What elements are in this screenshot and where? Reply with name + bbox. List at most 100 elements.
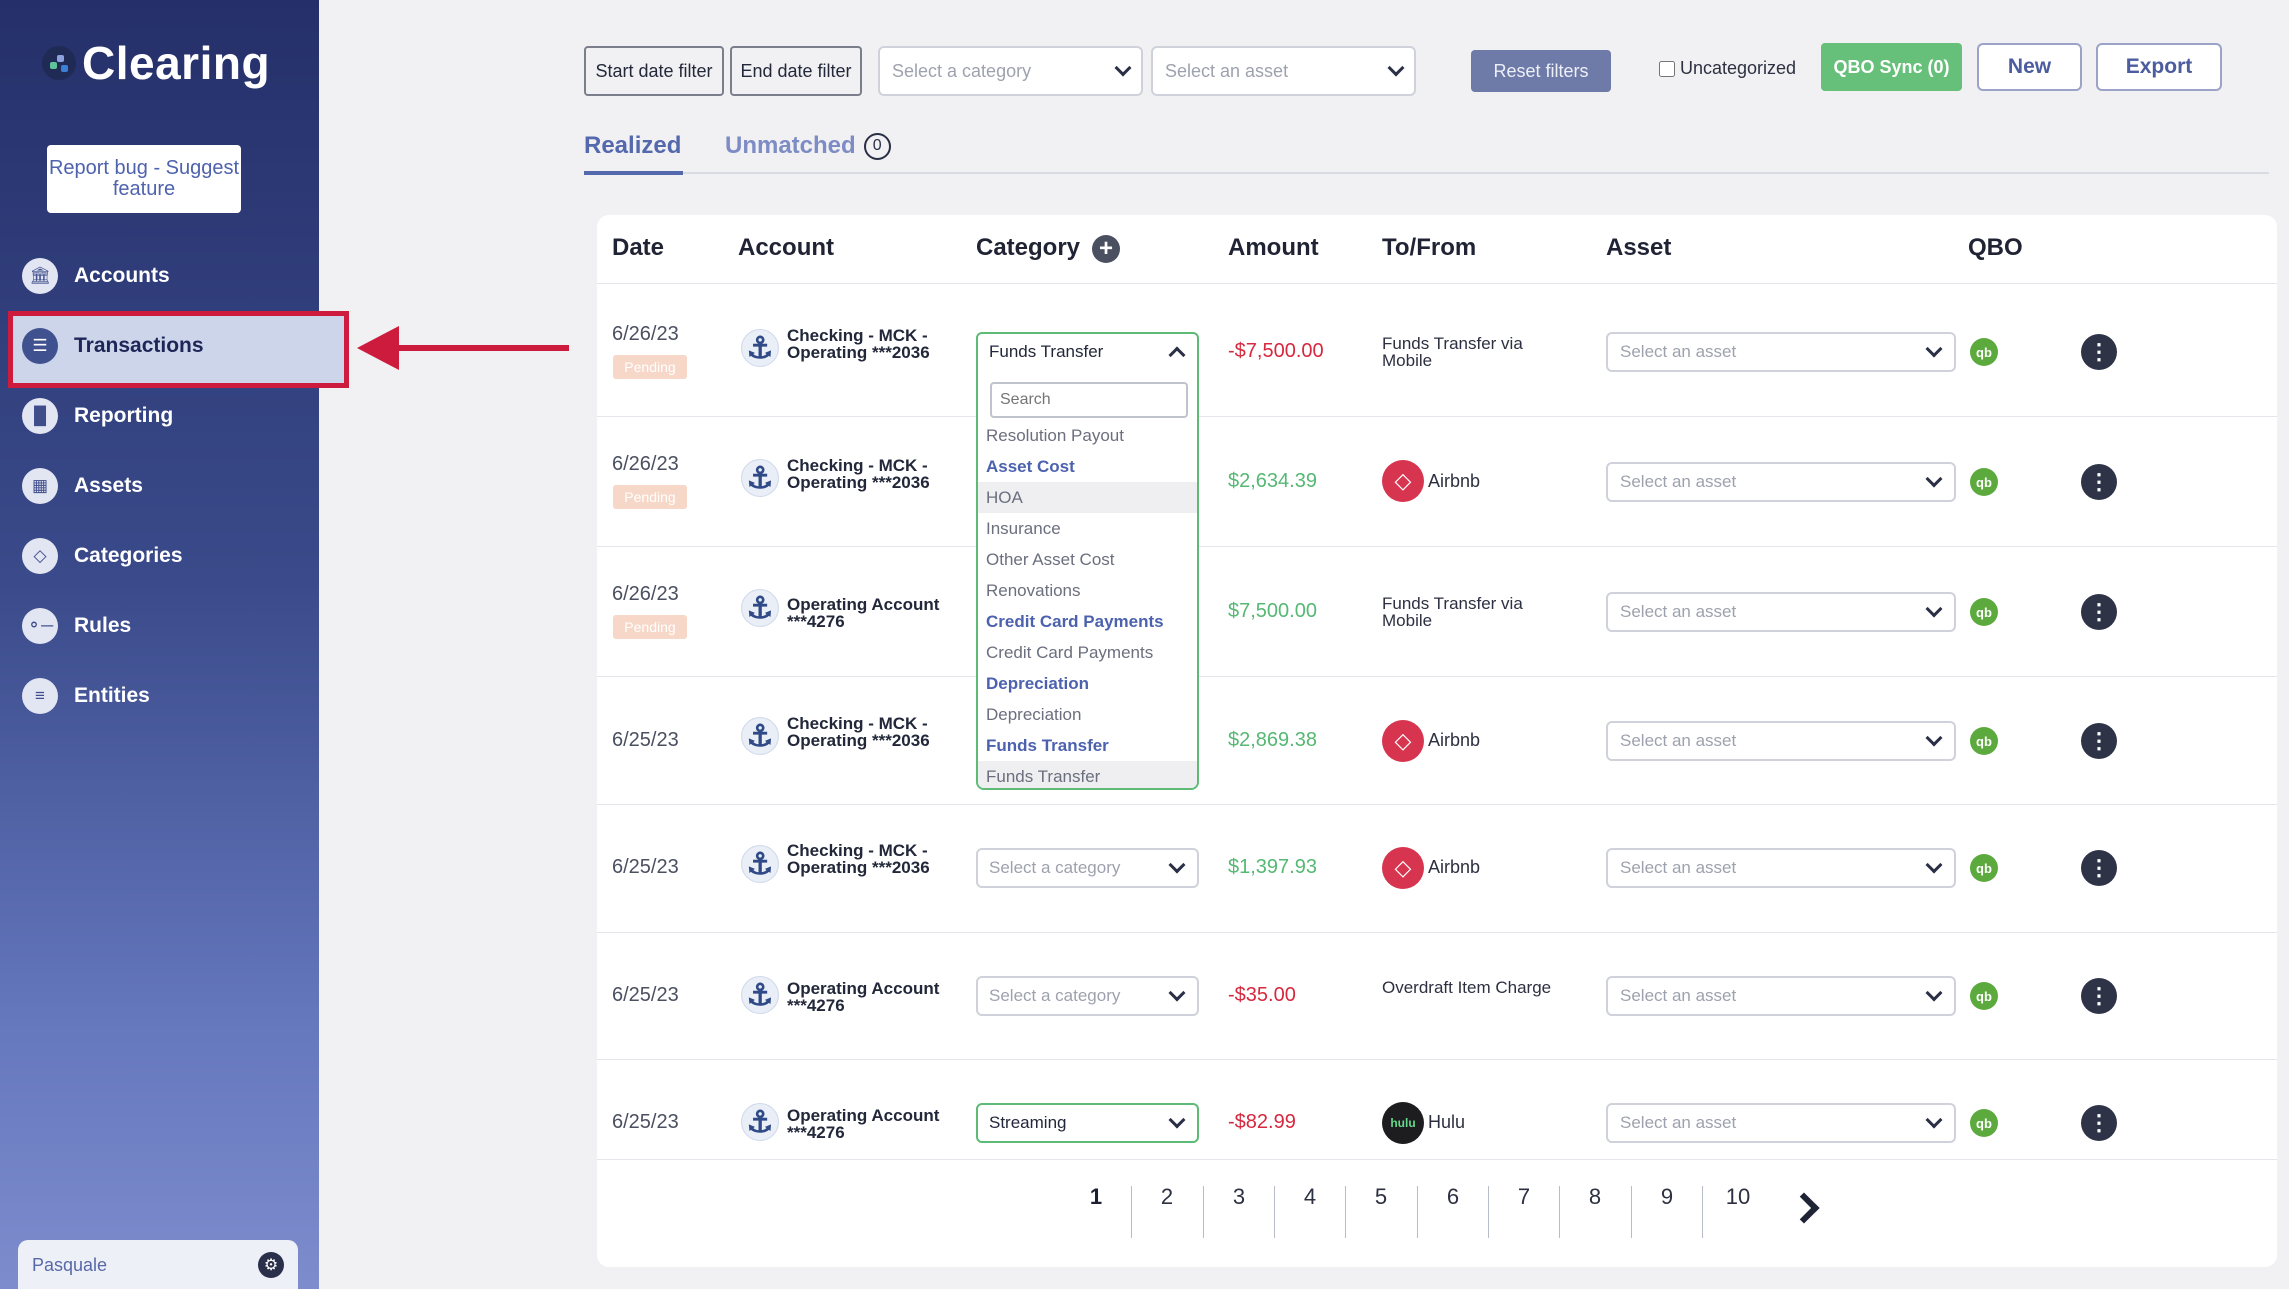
sidebar-item-accounts[interactable]: 🏛︎ Accounts bbox=[22, 251, 170, 301]
sidebar-item-rules[interactable]: ⚬─ Rules bbox=[22, 601, 131, 651]
anchor-icon: ⚓︎ bbox=[741, 976, 779, 1014]
page-4[interactable]: 4 bbox=[1275, 1184, 1345, 1210]
chevron-down-icon bbox=[1168, 1111, 1186, 1129]
category-option[interactable]: HOA bbox=[978, 482, 1197, 513]
row-amount: $2,869.38 bbox=[1228, 729, 1317, 751]
row-date: 6/25/23 bbox=[612, 856, 679, 878]
row-asset-select[interactable]: Select an asset bbox=[1606, 462, 1956, 502]
row-date: 6/25/23 bbox=[612, 1111, 679, 1133]
qbo-icon[interactable]: qb bbox=[1970, 598, 1998, 626]
sidebar-item-transactions[interactable]: ☰ Transactions bbox=[22, 321, 204, 371]
qbo-icon[interactable]: qb bbox=[1970, 982, 1998, 1010]
add-category-icon[interactable]: + bbox=[1092, 234, 1121, 263]
row-asset-select[interactable]: Select an asset bbox=[1606, 721, 1956, 761]
row-asset-select[interactable]: Select an asset bbox=[1606, 332, 1956, 372]
pending-badge: Pending bbox=[613, 355, 687, 379]
page-8[interactable]: 8 bbox=[1560, 1184, 1630, 1210]
chevron-down-icon bbox=[1925, 340, 1943, 358]
pending-badge: Pending bbox=[613, 615, 687, 639]
page-3[interactable]: 3 bbox=[1204, 1184, 1274, 1210]
anchor-icon: ⚓︎ bbox=[741, 329, 779, 367]
user-menu[interactable]: Pasquale ⚙ bbox=[18, 1240, 298, 1289]
tab-unmatched[interactable]: Unmatched 0 bbox=[725, 132, 891, 160]
airbnb-logo-icon: ◇ bbox=[1382, 460, 1424, 502]
row-divider bbox=[597, 932, 2277, 933]
more-options-icon[interactable]: ⋮ bbox=[2081, 594, 2117, 630]
category-filter-placeholder: Select a category bbox=[892, 60, 1032, 81]
row-asset-select[interactable]: Select an asset bbox=[1606, 976, 1956, 1016]
row-date: 6/26/23 bbox=[612, 453, 679, 475]
chevron-up-icon bbox=[1168, 346, 1186, 364]
page-1[interactable]: 1 bbox=[1061, 1184, 1131, 1210]
gear-icon[interactable]: ⚙ bbox=[258, 1252, 284, 1278]
more-options-icon[interactable]: ⋮ bbox=[2081, 334, 2117, 370]
start-date-filter-button[interactable]: Start date filter bbox=[584, 46, 724, 96]
row-amount: $2,634.39 bbox=[1228, 470, 1317, 492]
qbo-sync-button[interactable]: QBO Sync (0) bbox=[1821, 43, 1962, 91]
sidebar-item-label: Transactions bbox=[74, 334, 204, 357]
more-options-icon[interactable]: ⋮ bbox=[2081, 850, 2117, 886]
export-button[interactable]: Export bbox=[2096, 43, 2222, 91]
uncategorized-label: Uncategorized bbox=[1680, 58, 1797, 78]
bar-chart-icon: ▐▌ bbox=[22, 398, 58, 434]
tab-realized[interactable]: Realized bbox=[584, 132, 681, 160]
asset-filter-select[interactable]: Select an asset bbox=[1151, 46, 1416, 96]
uncategorized-checkbox[interactable] bbox=[1659, 60, 1675, 77]
row-category-select[interactable]: Select a category bbox=[976, 848, 1199, 888]
row-asset-select[interactable]: Select an asset bbox=[1606, 592, 1956, 632]
more-options-icon[interactable]: ⋮ bbox=[2081, 978, 2117, 1014]
qbo-icon[interactable]: qb bbox=[1970, 1109, 1998, 1137]
category-group-header: Depreciation bbox=[986, 673, 1089, 693]
app-logo[interactable]: Clearing bbox=[42, 36, 270, 90]
chevron-down-icon bbox=[1168, 984, 1186, 1002]
sidebar-item-entities[interactable]: ≡ Entities bbox=[22, 671, 150, 721]
column-header-date: Date bbox=[612, 234, 665, 261]
category-option[interactable]: Insurance bbox=[978, 513, 1197, 544]
more-options-icon[interactable]: ⋮ bbox=[2081, 1105, 2117, 1141]
more-options-icon[interactable]: ⋮ bbox=[2081, 464, 2117, 500]
row-category-select[interactable]: Select a category bbox=[976, 976, 1199, 1016]
sidebar-item-assets[interactable]: ▦ Assets bbox=[22, 461, 143, 511]
category-filter-select[interactable]: Select a category bbox=[878, 46, 1143, 96]
sidebar-item-label: Entities bbox=[74, 684, 150, 707]
qbo-icon[interactable]: qb bbox=[1970, 338, 1998, 366]
qbo-icon[interactable]: qb bbox=[1970, 854, 1998, 882]
asset-select-placeholder: Select an asset bbox=[1620, 731, 1737, 750]
chevron-down-icon bbox=[1114, 59, 1132, 77]
tab-unmatched-label: Unmatched bbox=[725, 132, 856, 159]
more-options-icon[interactable]: ⋮ bbox=[2081, 723, 2117, 759]
row-asset-select[interactable]: Select an asset bbox=[1606, 1103, 1956, 1143]
category-option-selected[interactable]: Funds Transfer bbox=[978, 761, 1197, 788]
user-name: Pasquale bbox=[32, 1254, 108, 1275]
report-bug-button[interactable]: Report bug - Suggest feature bbox=[47, 145, 241, 213]
row-asset-select[interactable]: Select an asset bbox=[1606, 848, 1956, 888]
page-5[interactable]: 5 bbox=[1346, 1184, 1416, 1210]
qbo-icon[interactable]: qb bbox=[1970, 468, 1998, 496]
row-to-from: Airbnb bbox=[1428, 730, 1481, 750]
category-option[interactable]: Renovations bbox=[978, 575, 1197, 606]
page-2[interactable]: 2 bbox=[1132, 1184, 1202, 1210]
category-option[interactable]: Other Asset Cost bbox=[978, 544, 1197, 575]
category-option[interactable]: Credit Card Payments bbox=[978, 637, 1197, 668]
row-divider bbox=[597, 546, 2277, 547]
category-option[interactable]: Depreciation bbox=[978, 699, 1197, 730]
sidebar-item-reporting[interactable]: ▐▌ Reporting bbox=[22, 391, 173, 441]
end-date-filter-button[interactable]: End date filter bbox=[730, 46, 862, 96]
row-category-select[interactable]: Streaming bbox=[976, 1103, 1199, 1143]
row-category-placeholder: Select a category bbox=[989, 986, 1121, 1005]
new-button[interactable]: New bbox=[1977, 43, 2082, 91]
page-10[interactable]: 10 bbox=[1703, 1184, 1773, 1210]
sidebar-item-categories[interactable]: ◇ Categories bbox=[22, 531, 183, 581]
uncategorized-checkbox-wrap[interactable]: Uncategorized bbox=[1659, 58, 1796, 79]
category-option[interactable]: Resolution Payout bbox=[978, 420, 1197, 451]
asset-select-placeholder: Select an asset bbox=[1620, 602, 1737, 621]
category-option-list: Resolution Payout Asset Cost HOA Insuran… bbox=[978, 420, 1197, 788]
column-header-account: Account bbox=[738, 234, 834, 261]
page-9[interactable]: 9 bbox=[1632, 1184, 1702, 1210]
page-7[interactable]: 7 bbox=[1489, 1184, 1559, 1210]
row-category-select-open[interactable]: Funds Transfer bbox=[976, 332, 1199, 372]
page-6[interactable]: 6 bbox=[1418, 1184, 1488, 1210]
reset-filters-button[interactable]: Reset filters bbox=[1471, 50, 1611, 92]
qbo-icon[interactable]: qb bbox=[1970, 727, 1998, 755]
category-search-input[interactable] bbox=[990, 382, 1188, 418]
